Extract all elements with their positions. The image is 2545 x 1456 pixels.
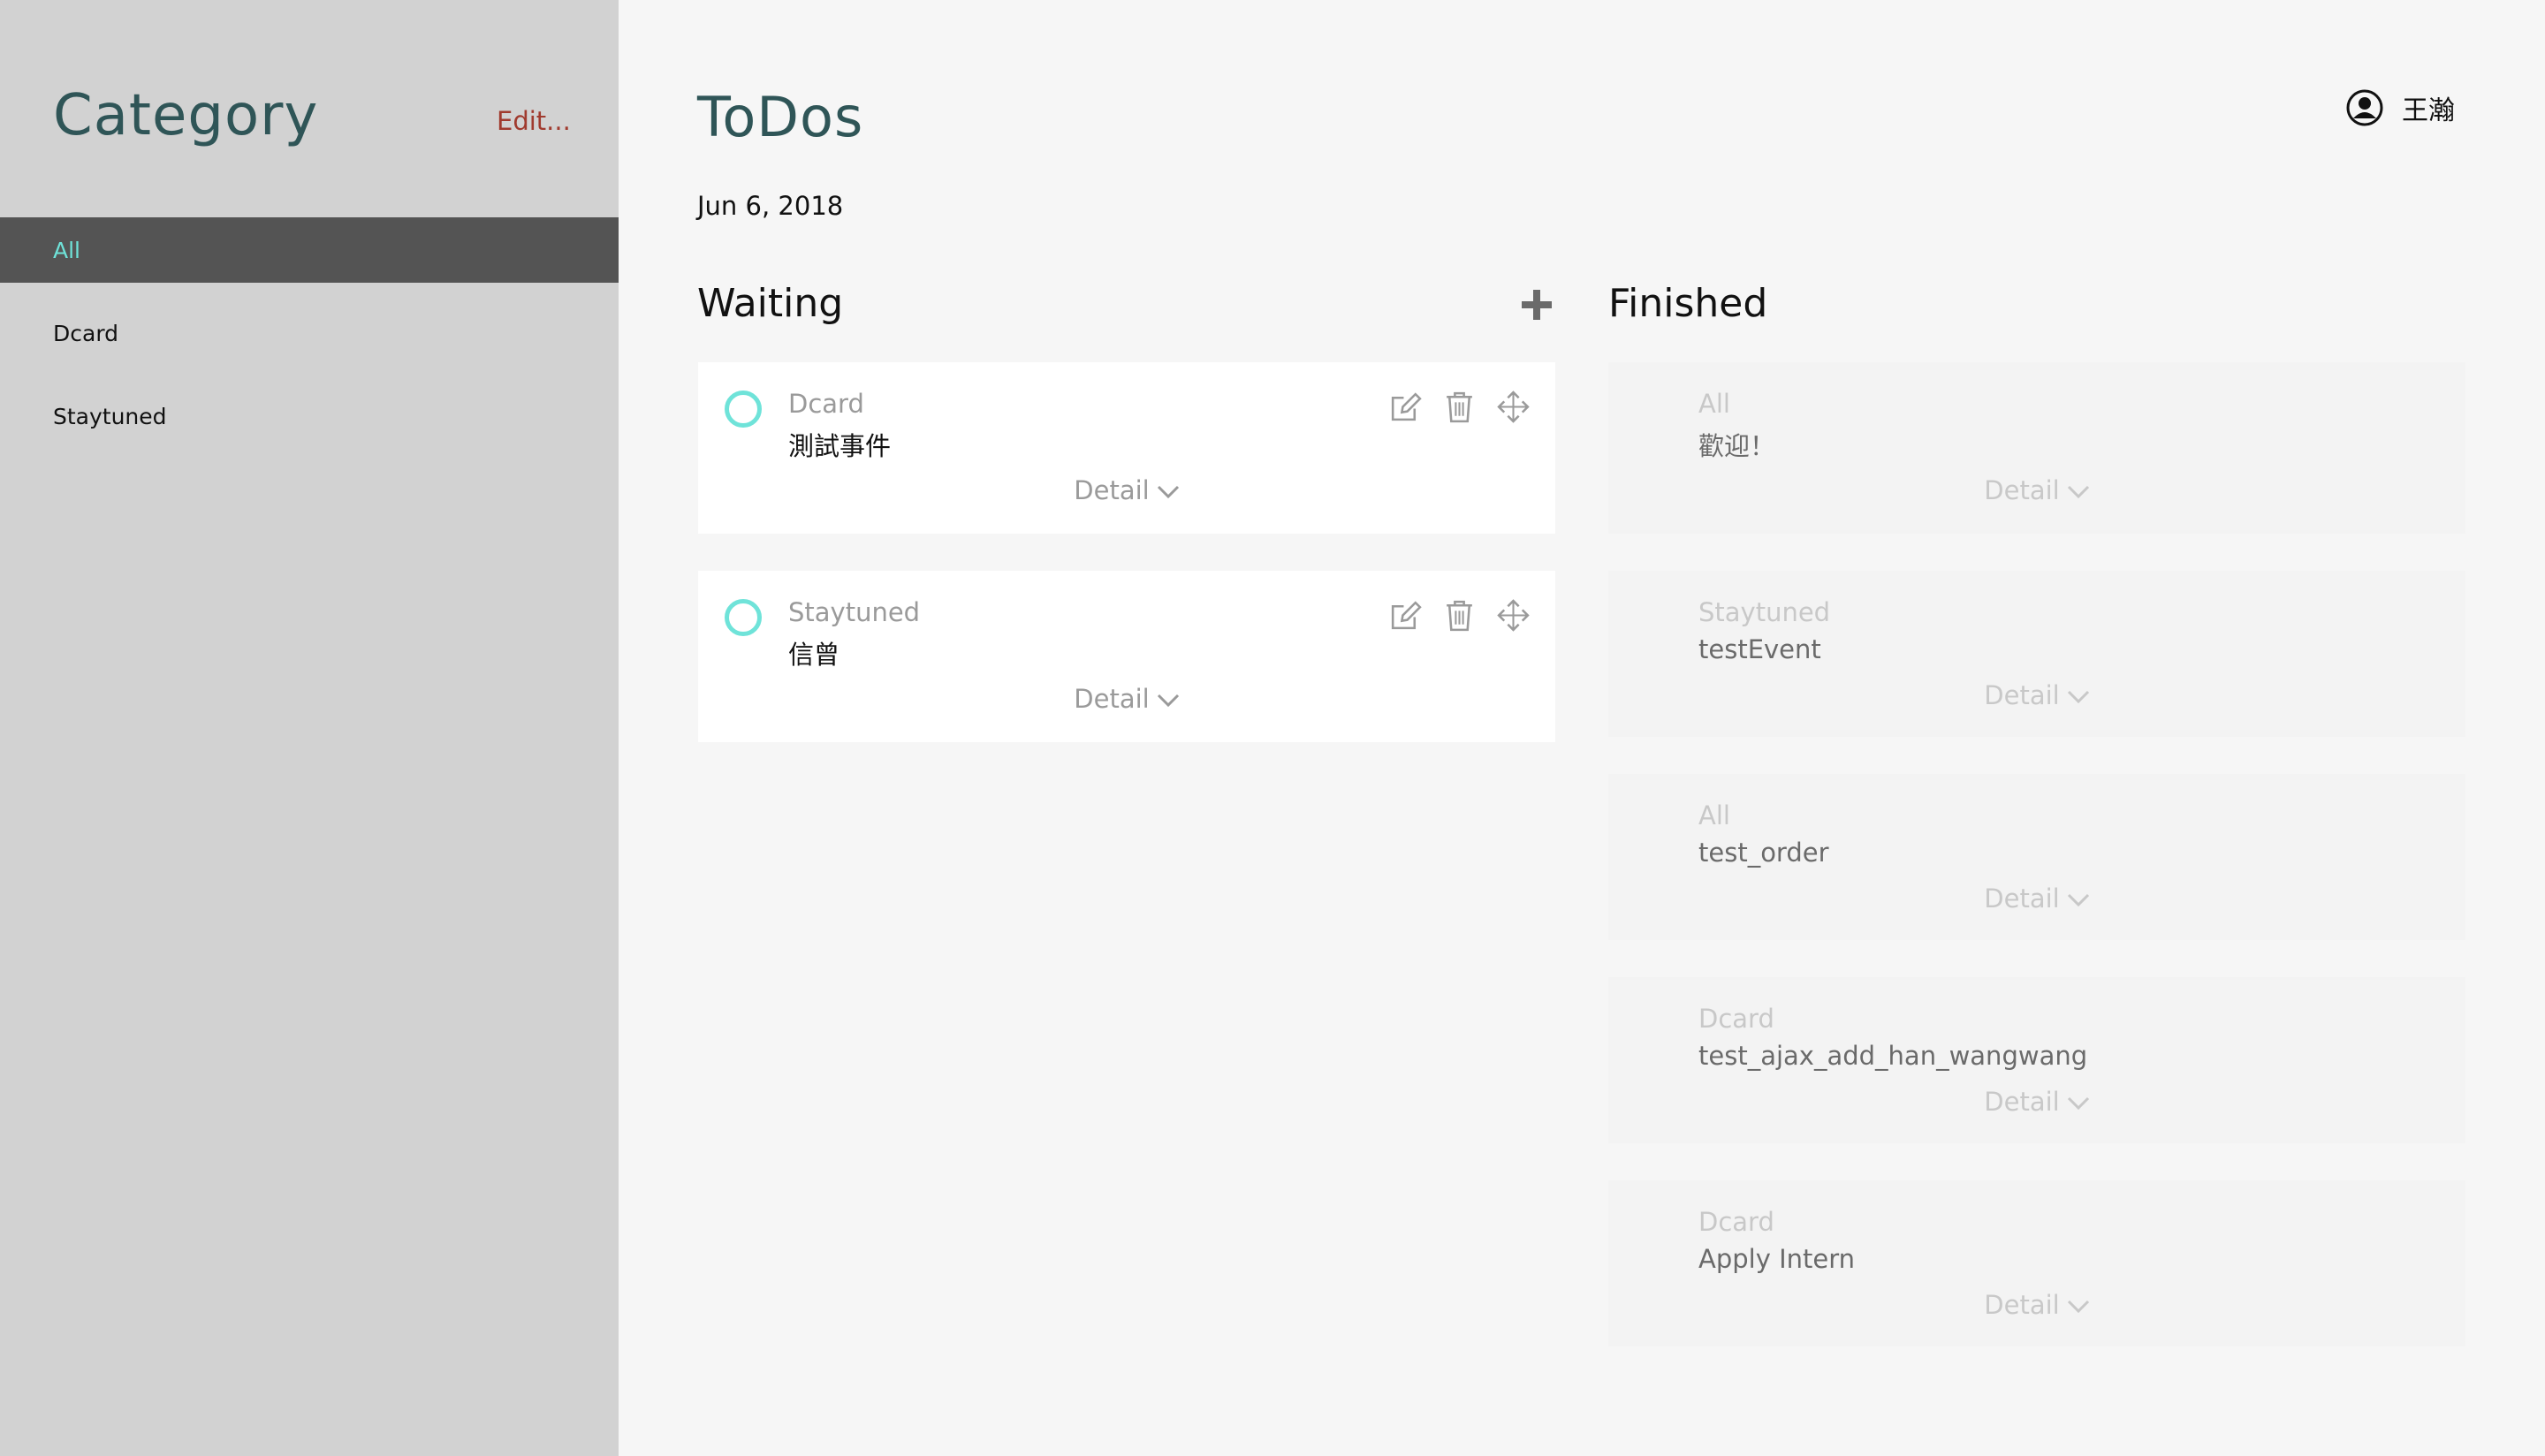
detail-toggle[interactable]: Detail (1608, 680, 2465, 710)
chevron-down-icon (1157, 485, 1179, 499)
detail-label: Detail (1984, 1087, 2060, 1117)
detail-label: Detail (1074, 475, 1150, 505)
sidebar-title: Category (53, 83, 319, 148)
current-date: Jun 6, 2018 (697, 191, 844, 221)
chevron-down-icon (2067, 893, 2089, 907)
user-name: 王瀚 (2402, 95, 2455, 126)
page-title: ToDos (697, 85, 864, 149)
card-category: Staytuned (788, 597, 921, 627)
trash-icon[interactable] (1441, 389, 1478, 425)
waiting-card: Staytuned 信曾 Detail (698, 571, 1555, 742)
chevron-down-icon (2067, 1096, 2089, 1111)
move-icon[interactable] (1495, 389, 1531, 425)
card-category: Dcard (1698, 1004, 1774, 1034)
chevron-down-icon (2067, 1300, 2089, 1314)
sidebar-item-all[interactable]: All (0, 217, 619, 283)
detail-label: Detail (1984, 1290, 2060, 1320)
sidebar-item-label: Dcard (53, 320, 119, 346)
card-category: Dcard (1698, 1207, 1774, 1237)
finished-heading: Finished (1608, 281, 1768, 326)
card-title: 歡迎！ (1698, 431, 1776, 461)
card-category: All (1698, 800, 1730, 830)
sidebar-item-label: All (53, 237, 80, 263)
card-title: test_ajax_add_han_wangwang (1698, 1041, 2088, 1071)
detail-label: Detail (1984, 883, 2060, 914)
card-title: testEvent (1698, 634, 1821, 664)
sidebar-item-label: Staytuned (53, 403, 167, 429)
card-category: Staytuned (1698, 597, 1831, 627)
detail-toggle[interactable]: Detail (1608, 883, 2465, 914)
finished-card: Dcard Apply Intern Detail (1608, 1180, 2465, 1346)
card-category: Dcard (788, 389, 864, 419)
move-icon[interactable] (1495, 597, 1531, 633)
user-icon (2346, 89, 2383, 126)
finished-card: Dcard test_ajax_add_han_wangwang Detail (1608, 977, 2465, 1143)
sidebar-item-dcard[interactable]: Dcard (0, 300, 619, 366)
detail-toggle[interactable]: Detail (698, 684, 1555, 714)
finished-card: All 歡迎！ Detail (1608, 362, 2465, 534)
detail-label: Detail (1984, 475, 2060, 505)
edit-icon[interactable] (1387, 597, 1424, 633)
chevron-down-icon (1157, 694, 1179, 708)
finished-card: Staytuned testEvent Detail (1608, 571, 2465, 737)
edit-icon[interactable] (1387, 389, 1424, 425)
user-menu[interactable]: 王瀚 (2345, 88, 2455, 127)
waiting-card: Dcard 測試事件 Detail (698, 362, 1555, 534)
sidebar-item-staytuned[interactable]: Staytuned (0, 383, 619, 449)
complete-checkbox[interactable] (725, 391, 762, 428)
detail-toggle[interactable]: Detail (1608, 1087, 2465, 1117)
card-title: 信曾 (788, 640, 840, 670)
card-category: All (1698, 389, 1730, 419)
category-sidebar: Category Edit... All Dcard Staytuned (0, 0, 619, 1456)
detail-label: Detail (1984, 680, 2060, 710)
edit-categories-button[interactable]: Edit... (497, 106, 571, 136)
waiting-heading: Waiting (697, 281, 844, 326)
card-title: Apply Intern (1698, 1244, 1856, 1274)
detail-toggle[interactable]: Detail (1608, 1290, 2465, 1320)
detail-toggle[interactable]: Detail (698, 475, 1555, 505)
plus-icon[interactable] (1520, 288, 1554, 322)
chevron-down-icon (2067, 690, 2089, 704)
complete-checkbox[interactable] (725, 599, 762, 636)
chevron-down-icon (2067, 485, 2089, 499)
finished-card: All test_order Detail (1608, 774, 2465, 940)
card-title: 測試事件 (788, 431, 892, 461)
card-title: test_order (1698, 838, 1829, 868)
detail-toggle[interactable]: Detail (1608, 475, 2465, 505)
detail-label: Detail (1074, 684, 1150, 714)
trash-icon[interactable] (1441, 597, 1478, 633)
